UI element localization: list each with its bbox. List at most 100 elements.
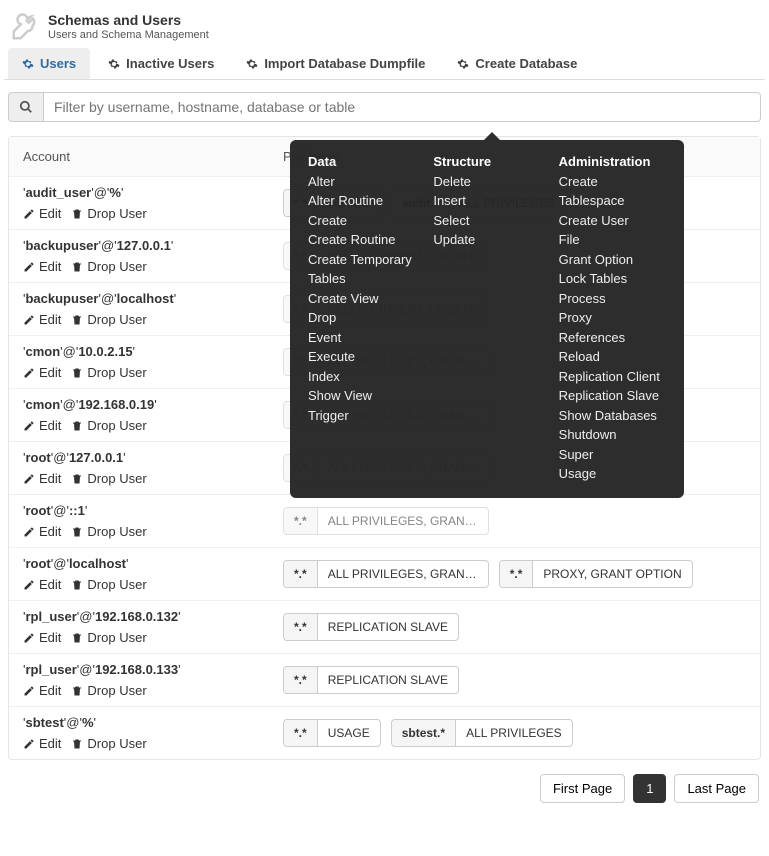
trash-icon (71, 738, 83, 750)
pencil-icon (23, 208, 35, 220)
drop-label: Drop User (87, 630, 146, 645)
gear-icon (246, 58, 258, 70)
edit-user[interactable]: Edit (23, 418, 61, 433)
col-header-account: Account (9, 137, 269, 176)
popover-item: Process (559, 289, 666, 309)
privilege-list: ALL PRIVILEGES (456, 720, 572, 746)
drop-user[interactable]: Drop User (71, 577, 146, 592)
edit-user[interactable]: Edit (23, 312, 61, 327)
popover-item: Trigger (308, 406, 415, 426)
edit-label: Edit (39, 471, 61, 486)
filter-input[interactable] (44, 92, 761, 122)
account-name: 'root'@'localhost' (23, 556, 255, 571)
pager-first[interactable]: First Page (540, 774, 625, 803)
account-name: 'root'@'127.0.0.1' (23, 450, 255, 465)
popover-item: Create View (308, 289, 415, 309)
privilege-badge[interactable]: *.*ALL PRIVILEGES, GRANT … (283, 507, 489, 535)
privilege-badge[interactable]: *.*REPLICATION SLAVE (283, 666, 459, 694)
edit-user[interactable]: Edit (23, 630, 61, 645)
privileges-cell: *.*ALL PRIVILEGES, GRANT … *.*PROXY, GRAN… (269, 548, 760, 600)
edit-user[interactable]: Edit (23, 206, 61, 221)
trash-icon (71, 314, 83, 326)
page-header: Schemas and Users Users and Schema Manag… (4, 4, 765, 44)
privileges-popover: DataAlterAlter RoutineCreateCreate Routi… (290, 140, 684, 498)
edit-user[interactable]: Edit (23, 471, 61, 486)
tab-label: Create Database (475, 56, 577, 71)
privilege-list: ALL PRIVILEGES, GRANT … (318, 561, 488, 587)
privileges-cell: *.*REPLICATION SLAVE (269, 654, 760, 706)
tab-label: Users (40, 56, 76, 71)
account-cell: 'sbtest'@'%'EditDrop User (9, 707, 269, 759)
tab-create-database[interactable]: Create Database (443, 48, 591, 79)
popover-heading: Structure (433, 152, 540, 172)
account-name: 'rpl_user'@'192.168.0.132' (23, 609, 255, 624)
edit-user[interactable]: Edit (23, 259, 61, 274)
drop-user[interactable]: Drop User (71, 471, 146, 486)
drop-user[interactable]: Drop User (71, 524, 146, 539)
trash-icon (71, 473, 83, 485)
drop-user[interactable]: Drop User (71, 736, 146, 751)
account-cell: 'cmon'@'192.168.0.19'EditDrop User (9, 389, 269, 441)
tab-label: Import Database Dumpfile (264, 56, 425, 71)
table-row: 'root'@'::1'EditDrop User*.*ALL PRIVILEG… (9, 495, 760, 548)
account-name: 'backupuser'@'127.0.0.1' (23, 238, 255, 253)
account-cell: 'backupuser'@'localhost'EditDrop User (9, 283, 269, 335)
drop-label: Drop User (87, 577, 146, 592)
pager-page[interactable]: 1 (633, 774, 666, 803)
privilege-scope: sbtest.* (392, 720, 456, 746)
pencil-icon (23, 685, 35, 697)
drop-label: Drop User (87, 471, 146, 486)
tab-users[interactable]: Users (8, 48, 90, 79)
drop-user[interactable]: Drop User (71, 206, 146, 221)
popover-item: Alter Routine (308, 191, 415, 211)
account-cell: 'root'@'127.0.0.1' Edit Drop User (9, 442, 269, 494)
edit-user[interactable]: Edit (23, 524, 61, 539)
privilege-badge[interactable]: *.*ALL PRIVILEGES, GRANT … (283, 560, 489, 588)
drop-user[interactable]: Drop User (71, 312, 146, 327)
pager-last[interactable]: Last Page (674, 774, 759, 803)
drop-user[interactable]: Drop User (71, 418, 146, 433)
account-name: 'audit_user'@'%' (23, 185, 255, 200)
popover-item: Delete (433, 172, 540, 192)
privilege-badge[interactable]: sbtest.*ALL PRIVILEGES (391, 719, 573, 747)
privilege-list: PROXY, GRANT OPTION (533, 561, 691, 587)
wrench-icon (10, 12, 40, 42)
edit-label: Edit (39, 683, 61, 698)
pencil-icon (23, 579, 35, 591)
edit-user[interactable]: Edit (23, 577, 61, 592)
search-button[interactable] (8, 92, 44, 122)
edit-label: Edit (39, 312, 61, 327)
edit-user[interactable]: Edit (23, 365, 61, 380)
trash-icon (71, 420, 83, 432)
edit-label: Edit (39, 524, 61, 539)
drop-user[interactable]: Drop User (71, 630, 146, 645)
tab-inactive-users[interactable]: Inactive Users (94, 48, 228, 79)
tab-import-database-dumpfile[interactable]: Import Database Dumpfile (232, 48, 439, 79)
pager: First Page 1 Last Page (4, 764, 765, 813)
privilege-badge[interactable]: *.*REPLICATION SLAVE (283, 613, 459, 641)
popover-item: Proxy (559, 308, 666, 328)
account-cell: 'rpl_user'@'192.168.0.133'EditDrop User (9, 654, 269, 706)
privilege-list: REPLICATION SLAVE (318, 614, 458, 640)
edit-user[interactable]: Edit (23, 736, 61, 751)
account-cell: 'rpl_user'@'192.168.0.132' Edit Drop User (9, 601, 269, 653)
trash-icon (71, 685, 83, 697)
privilege-badge[interactable]: *.*USAGE (283, 719, 381, 747)
privileges-cell: *.*REPLICATION SLAVE (269, 601, 760, 653)
table-row: 'sbtest'@'%'EditDrop User*.*USAGEsbtest.… (9, 707, 760, 759)
popover-item: Usage (559, 464, 666, 484)
pencil-icon (23, 632, 35, 644)
popover-item: Create Tablespace (559, 172, 666, 211)
popover-item: References (559, 328, 666, 348)
drop-user[interactable]: Drop User (71, 259, 146, 274)
popover-item: Insert (433, 191, 540, 211)
popover-item: Reload (559, 347, 666, 367)
drop-label: Drop User (87, 736, 146, 751)
edit-user[interactable]: Edit (23, 683, 61, 698)
trash-icon (71, 526, 83, 538)
privilege-badge[interactable]: *.*PROXY, GRANT OPTION (499, 560, 693, 588)
privilege-scope: *.* (284, 614, 318, 640)
popover-item: Create User (559, 211, 666, 231)
drop-user[interactable]: Drop User (71, 683, 146, 698)
drop-user[interactable]: Drop User (71, 365, 146, 380)
